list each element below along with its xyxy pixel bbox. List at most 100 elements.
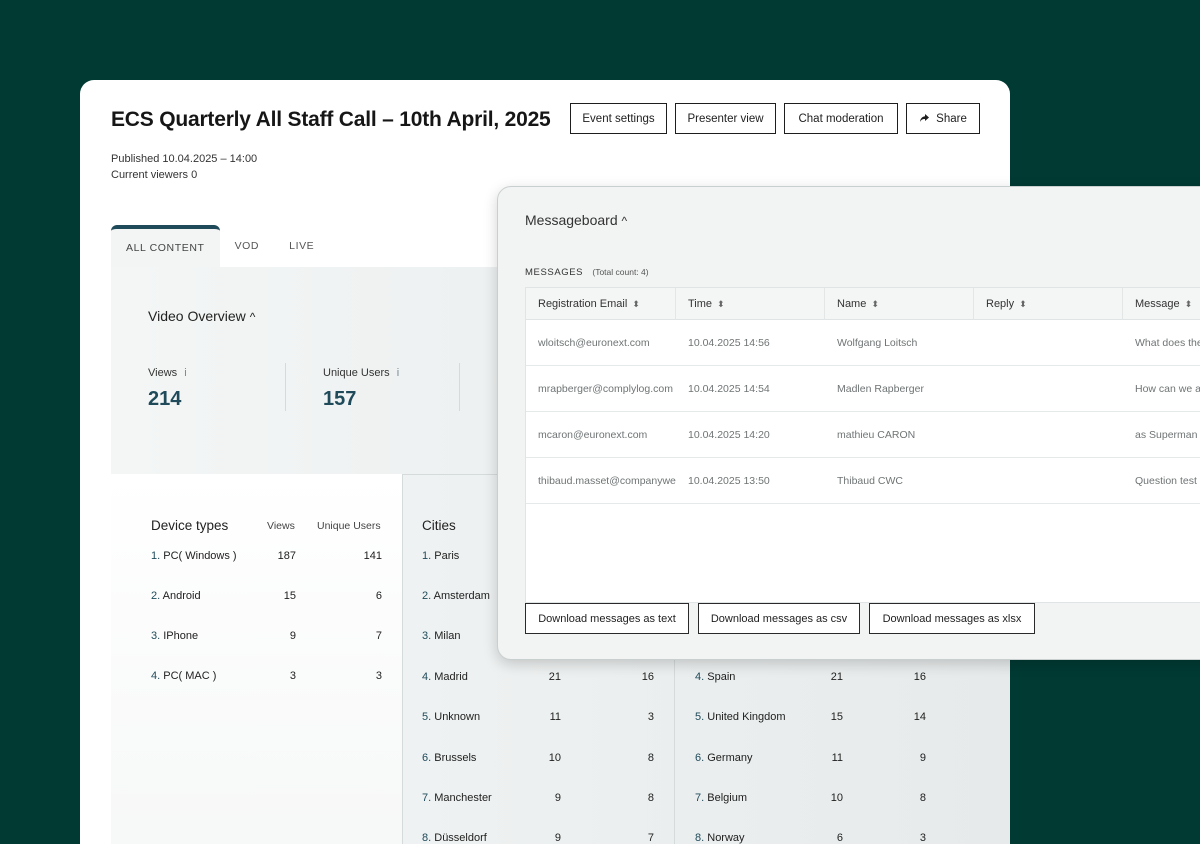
messageboard-title[interactable]: Messageboard ^: [525, 212, 627, 228]
chevron-up-icon: ^: [621, 214, 628, 228]
list-item: 8. Düsseldorf: [422, 832, 487, 844]
time-cell: 10.04.2025 14:20: [688, 429, 770, 441]
divider: [459, 363, 460, 411]
time-cell: 10.04.2025 14:54: [688, 383, 770, 395]
divider: [402, 474, 403, 844]
tab-all-content[interactable]: ALL CONTENT: [111, 225, 220, 267]
views-cell: 187: [277, 550, 296, 562]
unique-users-label-text: Unique Users: [323, 367, 390, 379]
presenter-view-button[interactable]: Presenter view: [675, 103, 776, 134]
unique-cell: 8: [647, 752, 654, 764]
time-cell: 10.04.2025 13:50: [688, 475, 770, 487]
city-name: Düsseldorf: [434, 832, 487, 844]
tab-live[interactable]: LIVE: [274, 225, 329, 267]
device-types-title: Device types: [151, 518, 229, 533]
unique-cell: 16: [913, 671, 926, 683]
tab-vod[interactable]: VOD: [220, 225, 275, 267]
table-row[interactable]: mrapberger@complylog.com 10.04.2025 14:5…: [526, 366, 1200, 412]
list-item: 6. Germany: [695, 752, 753, 764]
info-icon[interactable]: i: [184, 367, 186, 379]
city-name: Unknown: [434, 711, 481, 723]
sort-icon: ⬍: [632, 298, 640, 309]
col-registration-email[interactable]: Registration Email ⬍: [526, 288, 676, 320]
device-name: Android: [162, 590, 201, 602]
message-cell: as Superman: [1135, 429, 1198, 441]
email-cell: mcaron@euronext.com: [538, 429, 648, 441]
content-tabs: ALL CONTENT VOD LIVE: [111, 225, 329, 267]
unique-cell: 7: [375, 630, 382, 642]
country-name: Norway: [707, 832, 745, 844]
message-cell: How can we a: [1135, 383, 1200, 395]
unique-cell: 141: [363, 550, 382, 562]
rank: 4.: [422, 671, 432, 683]
unique-cell: 8: [647, 792, 654, 804]
column-label: Name: [837, 298, 867, 310]
unique-cell: 16: [641, 671, 654, 683]
table-row[interactable]: wloitsch@euronext.com 10.04.2025 14:56 W…: [526, 320, 1200, 366]
col-reply[interactable]: Reply ⬍: [974, 288, 1123, 320]
rank: 7.: [695, 792, 705, 804]
messageboard-panel: Messageboard ^ MESSAGES (Total count: 4)…: [497, 186, 1200, 660]
list-item: 5. Unknown: [422, 711, 480, 723]
col-name[interactable]: Name ⬍: [825, 288, 974, 320]
rank: 6.: [695, 752, 705, 764]
rank: 7.: [422, 792, 432, 804]
table-row[interactable]: mcaron@euronext.com 10.04.2025 14:20 mat…: [526, 412, 1200, 458]
views-cell: 9: [554, 792, 561, 804]
download-xlsx-button[interactable]: Download messages as xlsx: [869, 603, 1035, 634]
city-name: Madrid: [434, 671, 468, 683]
reply-cell[interactable]: [974, 320, 1123, 366]
views-cell: 9: [289, 630, 296, 642]
download-text-button[interactable]: Download messages as text: [525, 603, 689, 634]
list-item: 8. Norway: [695, 832, 745, 844]
total-count: (Total count: 4): [592, 267, 649, 277]
country-name: Belgium: [707, 792, 747, 804]
city-name: Amsterdam: [433, 590, 490, 602]
event-settings-button[interactable]: Event settings: [570, 103, 667, 134]
video-overview-title[interactable]: Video Overview ^: [148, 308, 255, 324]
rank: 3.: [422, 630, 432, 642]
list-item: 1. PC( Windows ): [151, 550, 237, 562]
table-row[interactable]: thibaud.masset@companyweb 10.04.2025 13:…: [526, 458, 1200, 504]
unique-cell: 9: [919, 752, 926, 764]
col-time[interactable]: Time ⬍: [676, 288, 825, 320]
reply-cell[interactable]: [974, 458, 1123, 504]
views-label-text: Views: [148, 367, 178, 379]
chat-moderation-button[interactable]: Chat moderation: [784, 103, 898, 134]
share-icon: [919, 112, 930, 126]
reply-cell[interactable]: [974, 366, 1123, 412]
info-icon[interactable]: i: [397, 367, 399, 379]
sort-icon: ⬍: [871, 298, 879, 309]
unique-cell: 3: [647, 711, 654, 723]
col-views: Views: [267, 520, 295, 532]
views-cell: 11: [831, 752, 843, 764]
name-cell: Wolfgang Loitsch: [837, 337, 918, 349]
rank: 8.: [695, 832, 705, 844]
email-cell: mrapberger@complylog.com: [538, 383, 673, 395]
country-name: United Kingdom: [707, 711, 786, 723]
cities-title: Cities: [422, 518, 456, 533]
unique-cell: 7: [647, 832, 654, 844]
unique-users-label: Unique Users i: [323, 367, 399, 379]
rank: 3.: [151, 630, 161, 642]
list-item: 4. PC( MAC ): [151, 670, 216, 682]
unique-cell: 8: [919, 792, 926, 804]
email-cell: thibaud.masset@companyweb: [538, 475, 676, 487]
name-cell: mathieu CARON: [837, 429, 916, 441]
unique-cell: 6: [375, 590, 382, 602]
views-cell: 15: [830, 711, 843, 723]
city-name: Brussels: [434, 752, 477, 764]
city-name: Paris: [434, 550, 460, 562]
rank: 8.: [422, 832, 432, 844]
share-button[interactable]: Share: [906, 103, 980, 134]
unique-users-value: 157: [323, 388, 357, 410]
rank: 2.: [422, 590, 432, 602]
views-cell: 6: [836, 832, 843, 844]
messages-heading: MESSAGES: [525, 267, 584, 278]
download-csv-button[interactable]: Download messages as csv: [698, 603, 860, 634]
divider: [285, 363, 286, 411]
column-label: Message: [1135, 298, 1180, 310]
col-message[interactable]: Message ⬍: [1123, 288, 1200, 320]
sort-icon: ⬍: [1184, 298, 1193, 309]
reply-cell[interactable]: [974, 412, 1123, 458]
